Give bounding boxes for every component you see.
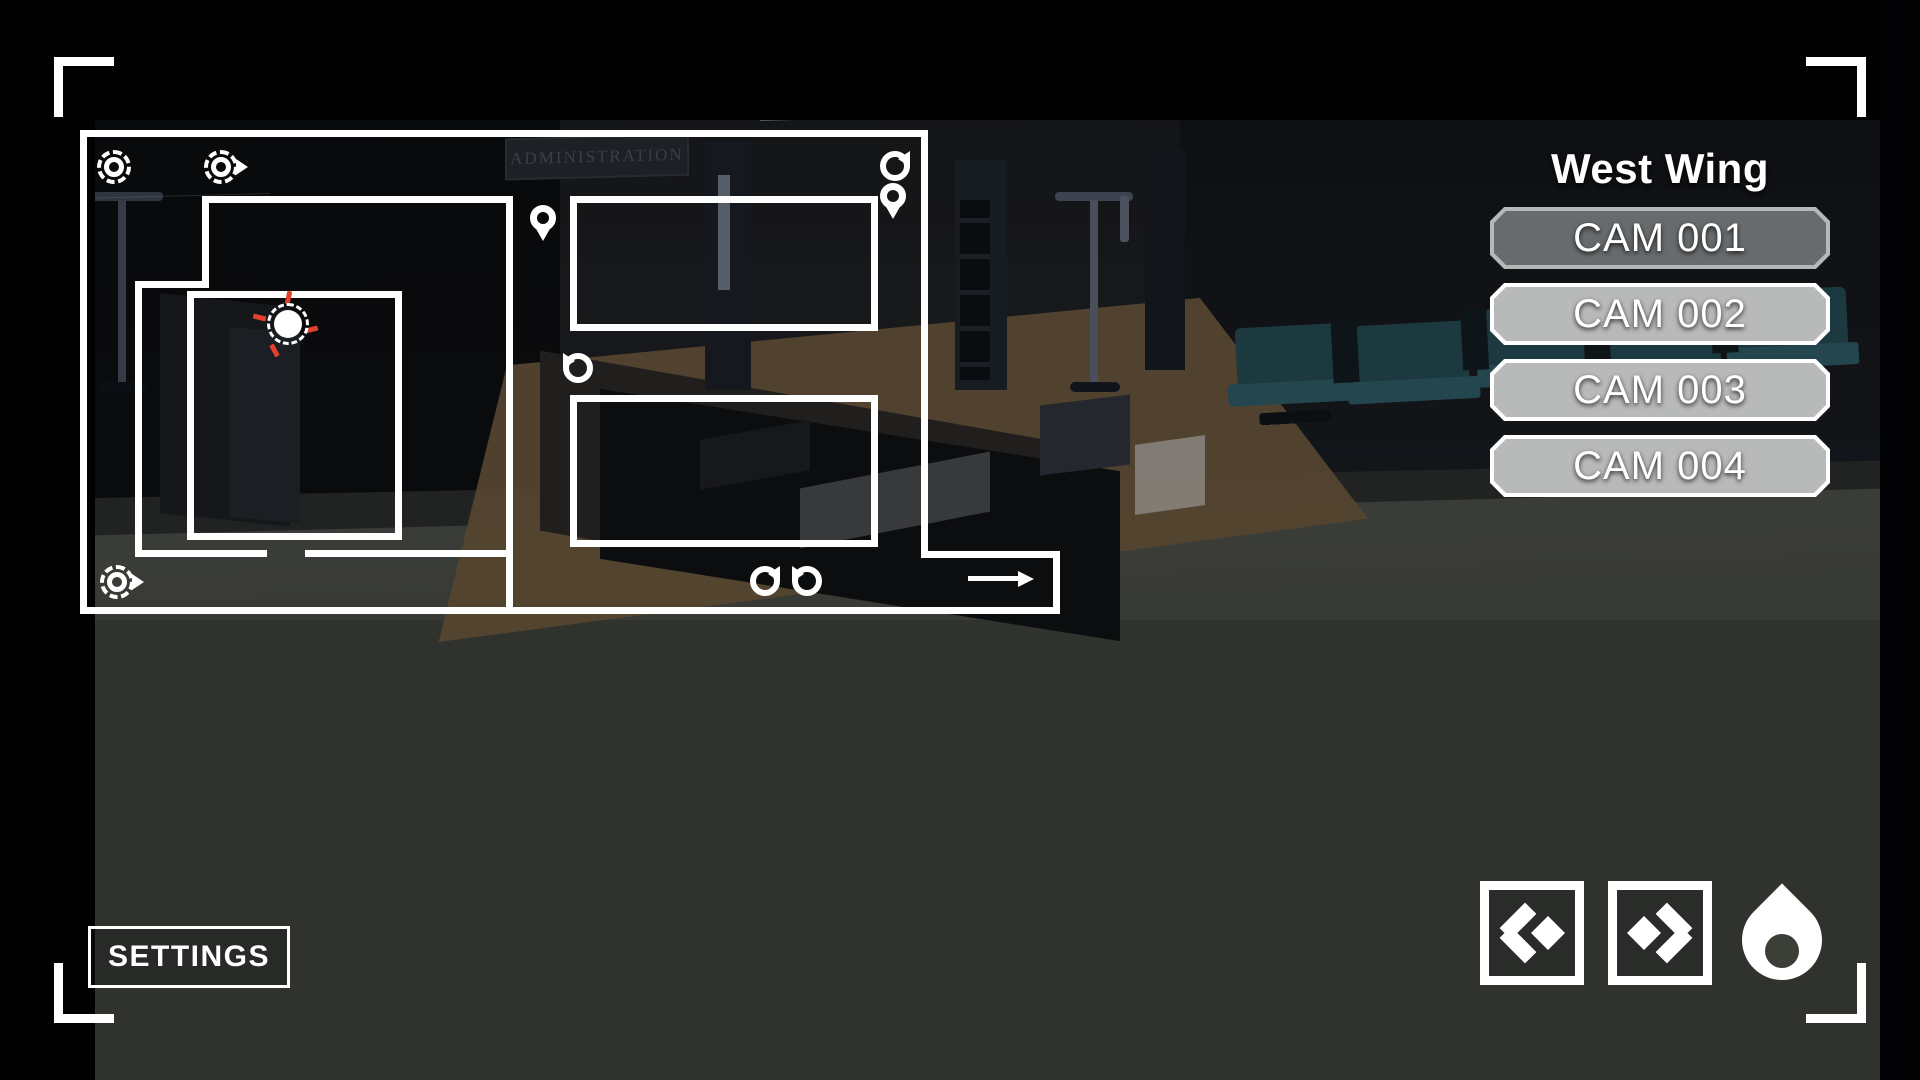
camera-button-004[interactable]: CAM 004 bbox=[1490, 435, 1830, 497]
map-marker-camera[interactable] bbox=[750, 566, 780, 596]
camera-button-label: CAM 004 bbox=[1573, 443, 1747, 488]
previous-wing-button[interactable] bbox=[1480, 881, 1584, 985]
game-screen: ADMINISTRATION West Wing CAM 001 CAM 002… bbox=[0, 0, 1920, 1080]
map-marker-camera[interactable] bbox=[792, 566, 822, 596]
camera-lens-icon bbox=[107, 572, 127, 592]
map-marker-camera[interactable] bbox=[563, 353, 593, 383]
map-wall bbox=[1053, 551, 1060, 614]
map-wall bbox=[570, 324, 878, 331]
camera-lens-icon bbox=[563, 353, 593, 383]
map-wall bbox=[570, 395, 878, 402]
map-wall bbox=[871, 395, 878, 547]
camera-lens-icon bbox=[104, 157, 124, 177]
camera-button-003[interactable]: CAM 003 bbox=[1490, 359, 1830, 421]
map-wall bbox=[570, 196, 878, 203]
map-marker-camera[interactable] bbox=[100, 565, 144, 599]
camera-lens-icon bbox=[750, 566, 780, 596]
camera-lens-icon bbox=[211, 157, 231, 177]
map-wall bbox=[187, 291, 194, 540]
camera-direction-icon bbox=[236, 159, 248, 175]
map-wall bbox=[80, 130, 928, 137]
wing-title: West Wing bbox=[1550, 145, 1769, 192]
alert-tick-icon bbox=[269, 343, 280, 358]
camera-button-label: CAM 001 bbox=[1573, 215, 1747, 260]
map-wall bbox=[921, 551, 1060, 558]
map-wall bbox=[921, 130, 928, 558]
map-wall bbox=[395, 291, 402, 540]
settings-button[interactable]: SETTINGS bbox=[88, 926, 290, 988]
map-marker-camera[interactable] bbox=[97, 150, 131, 184]
camera-button-label: CAM 003 bbox=[1573, 367, 1747, 412]
map-wall bbox=[305, 550, 513, 557]
map-marker-active-camera[interactable] bbox=[252, 290, 319, 358]
pin-tip-icon bbox=[885, 205, 901, 219]
active-camera-core-icon bbox=[274, 310, 302, 338]
map-wall bbox=[80, 130, 87, 614]
droplet-hole-icon bbox=[1765, 934, 1799, 968]
navigation-controls bbox=[1480, 878, 1839, 997]
map-wall bbox=[202, 196, 209, 281]
map-wall bbox=[570, 395, 577, 547]
camera-lens-icon bbox=[880, 151, 910, 181]
alert-tick-icon bbox=[252, 313, 267, 322]
facility-map[interactable] bbox=[80, 130, 1080, 620]
camera-lens-icon bbox=[792, 566, 822, 596]
map-wall bbox=[288, 533, 402, 540]
next-wing-button[interactable] bbox=[1608, 881, 1712, 985]
map-marker-camera[interactable] bbox=[204, 150, 248, 184]
map-wall bbox=[135, 281, 142, 557]
map-marker-camera[interactable] bbox=[880, 151, 910, 181]
map-wall bbox=[135, 281, 209, 288]
chevron-right-icon bbox=[1627, 902, 1693, 964]
camera-button-label: CAM 002 bbox=[1573, 291, 1747, 336]
map-wall bbox=[871, 196, 878, 331]
camera-button-001[interactable]: CAM 001 bbox=[1490, 207, 1830, 269]
map-wall bbox=[506, 196, 513, 614]
map-wall bbox=[187, 533, 295, 540]
map-marker-pin[interactable] bbox=[530, 205, 556, 241]
map-wall bbox=[570, 540, 878, 547]
camera-button-002[interactable]: CAM 002 bbox=[1490, 283, 1830, 345]
pin-tip-icon bbox=[535, 227, 551, 241]
map-wall bbox=[135, 550, 267, 557]
map-wall bbox=[202, 196, 510, 203]
map-marker-pin[interactable] bbox=[880, 183, 906, 219]
chevron-left-icon bbox=[1499, 902, 1565, 964]
camera-panel: West Wing CAM 001 CAM 002 CAM 003 CAM 00… bbox=[1490, 145, 1830, 511]
map-wall bbox=[570, 196, 577, 331]
map-wall bbox=[80, 607, 1060, 614]
camera-direction-icon bbox=[132, 574, 144, 590]
arrow-head-icon bbox=[1018, 571, 1034, 587]
arrow-shaft-icon bbox=[968, 576, 1022, 581]
water-droplet-icon[interactable] bbox=[1725, 878, 1839, 997]
